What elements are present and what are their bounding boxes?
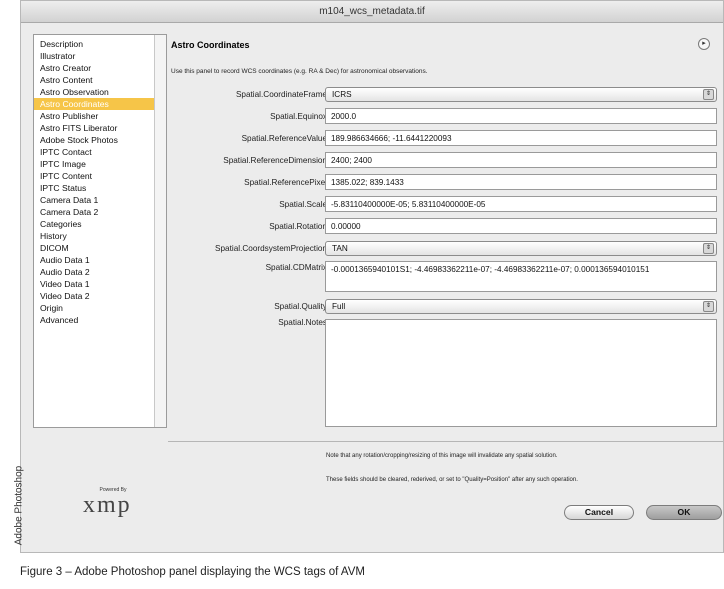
sidebar-item-video-data-1[interactable]: Video Data 1 [34, 278, 166, 290]
sidebar-item-astro-observation[interactable]: Astro Observation [34, 86, 166, 98]
ok-button[interactable]: OK [646, 505, 722, 520]
coordinate-frame-value: ICRS [332, 90, 352, 99]
figure-caption: Figure 3 – Adobe Photoshop panel display… [20, 566, 365, 578]
sidebar-item-audio-data-1[interactable]: Audio Data 1 [34, 254, 166, 266]
quality-select[interactable]: Full ⇕ [325, 299, 717, 314]
notes-textarea[interactable] [325, 319, 717, 427]
sidebar-item-astro-content[interactable]: Astro Content [34, 74, 166, 86]
sidebar-item-advanced[interactable]: Advanced [34, 314, 166, 326]
sidebar-item-history[interactable]: History [34, 230, 166, 242]
rotation-field[interactable]: 0.00000 [325, 218, 717, 234]
metadata-dialog-window: m104_wcs_metadata.tif Description Illust… [20, 0, 724, 553]
projection-value: TAN [332, 244, 348, 253]
sidebar-item-camera-data-2[interactable]: Camera Data 2 [34, 206, 166, 218]
quality-label: Spatial.Quality [274, 302, 327, 311]
cd-matrix-field[interactable]: -0.0001365940101S1; -4.46983362211e-07; … [325, 261, 717, 292]
sidebar-item-description[interactable]: Description [34, 38, 166, 50]
spatial-warning-note-2: These fields should be cleared, rederive… [326, 477, 578, 483]
coordinate-frame-select[interactable]: ICRS ⇕ [325, 87, 717, 102]
reference-value-field[interactable]: 189.986634666; -11.6441220093 [325, 130, 717, 146]
category-sidebar: Description Illustrator Astro Creator As… [33, 34, 167, 428]
chevron-updown-icon: ⇕ [703, 301, 714, 312]
sidebar-item-iptc-status[interactable]: IPTC Status [34, 182, 166, 194]
side-caption: Adobe Photoshop [13, 465, 25, 546]
panel-title: Astro Coordinates [171, 40, 250, 50]
panel-description: Use this panel to record WCS coordinates… [171, 68, 428, 75]
xmp-wordmark: xmp [83, 492, 132, 518]
coordinate-frame-label: Spatial.CoordinateFrame [235, 90, 327, 99]
sidebar-item-astro-coordinates[interactable]: Astro Coordinates [34, 98, 166, 110]
sidebar-item-illustrator[interactable]: Illustrator [34, 50, 166, 62]
spatial-warning-note-1: Note that any rotation/cropping/resizing… [326, 453, 558, 459]
sidebar-item-dicom[interactable]: DICOM [34, 242, 166, 254]
sidebar-item-astro-creator[interactable]: Astro Creator [34, 62, 166, 74]
sidebar-item-camera-data-1[interactable]: Camera Data 1 [34, 194, 166, 206]
sidebar-item-iptc-contact[interactable]: IPTC Contact [34, 146, 166, 158]
equinox-field[interactable]: 2000.0 [325, 108, 717, 124]
scale-field[interactable]: -5.83110400000E-05; 5.83110400000E-05 [325, 196, 717, 212]
sidebar-item-iptc-image[interactable]: IPTC Image [34, 158, 166, 170]
scale-label: Spatial.Scale [279, 200, 327, 209]
footer-divider [168, 441, 723, 442]
chevron-updown-icon: ⇕ [703, 243, 714, 254]
sidebar-item-audio-data-2[interactable]: Audio Data 2 [34, 266, 166, 278]
reference-pixel-label: Spatial.ReferencePixel [244, 178, 327, 187]
projection-select[interactable]: TAN ⇕ [325, 241, 717, 256]
reference-pixel-field[interactable]: 1385.022; 839.1433 [325, 174, 717, 190]
cd-matrix-label: Spatial.CDMatrix [265, 263, 327, 272]
xmp-logo: Powered By xmp [83, 487, 157, 521]
chevron-updown-icon: ⇕ [703, 89, 714, 100]
quality-value: Full [332, 302, 346, 311]
panel-menu-icon[interactable]: ▸ [698, 38, 710, 50]
sidebar-item-categories[interactable]: Categories [34, 218, 166, 230]
window-title: m104_wcs_metadata.tif [21, 1, 723, 23]
equinox-label: Spatial.Equinox [270, 112, 327, 121]
sidebar-item-astro-publisher[interactable]: Astro Publisher [34, 110, 166, 122]
reference-dimension-field[interactable]: 2400; 2400 [325, 152, 717, 168]
reference-dimension-label: Spatial.ReferenceDimension [223, 156, 327, 165]
sidebar-item-video-data-2[interactable]: Video Data 2 [34, 290, 166, 302]
sidebar-item-origin[interactable]: Origin [34, 302, 166, 314]
projection-label: Spatial.CoordsystemProjection [215, 244, 327, 253]
sidebar-item-adobe-stock-photos[interactable]: Adobe Stock Photos [34, 134, 166, 146]
sidebar-item-iptc-content[interactable]: IPTC Content [34, 170, 166, 182]
cancel-button[interactable]: Cancel [564, 505, 634, 520]
reference-value-label: Spatial.ReferenceValue [241, 134, 327, 143]
notes-label: Spatial.Notes [278, 318, 327, 327]
sidebar-item-astro-fits-liberator[interactable]: Astro FITS Liberator [34, 122, 166, 134]
rotation-label: Spatial.Rotation [269, 222, 327, 231]
